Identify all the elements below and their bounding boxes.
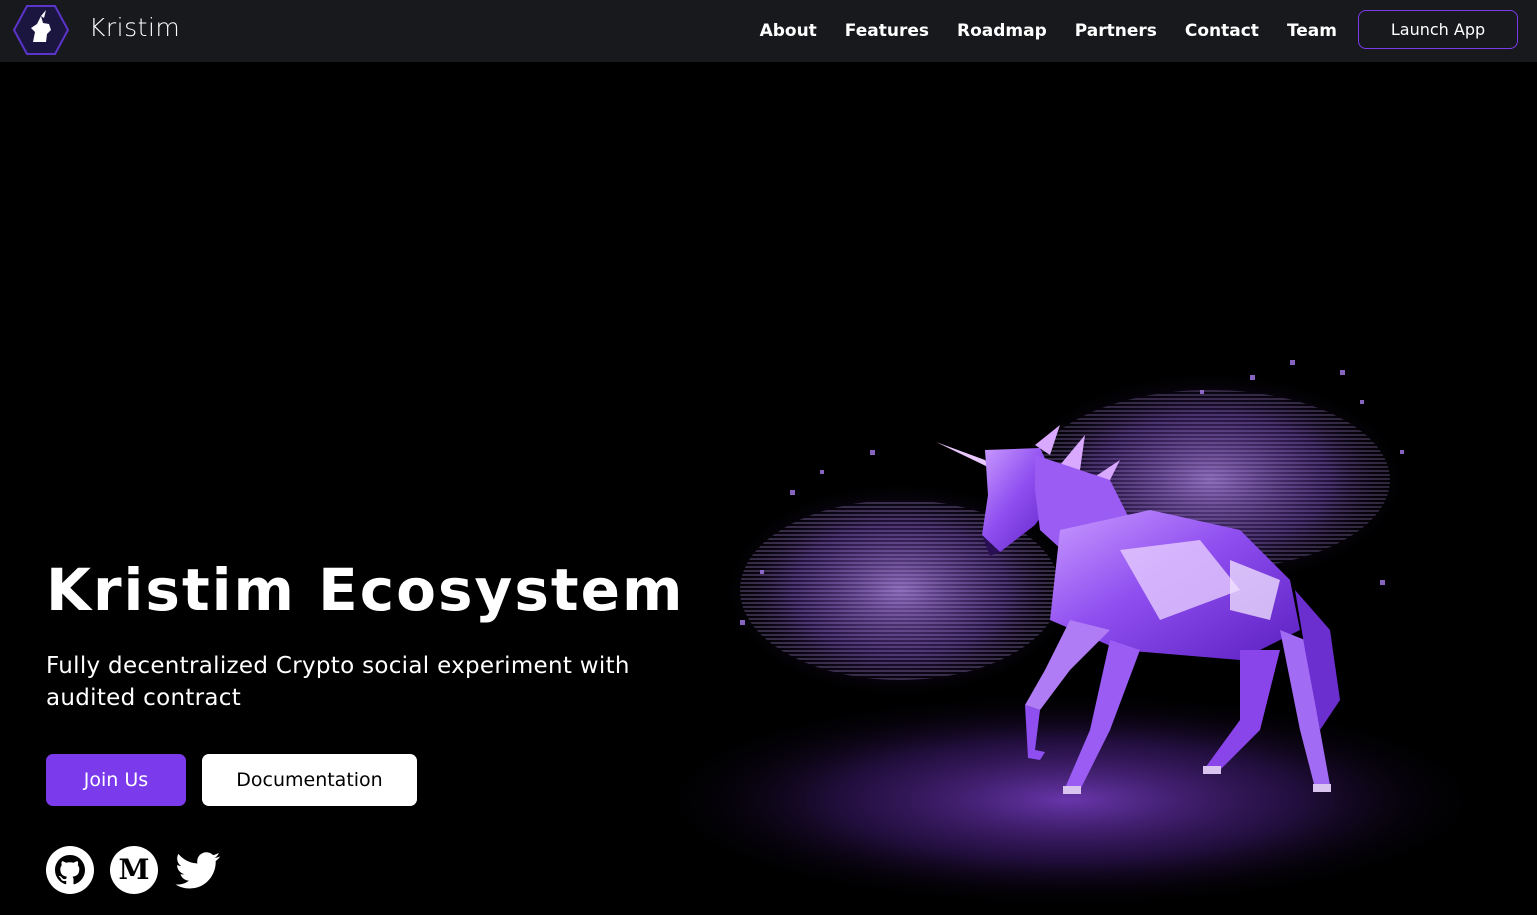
documentation-button[interactable]: Documentation xyxy=(202,754,417,806)
brand-name[interactable]: Kristim xyxy=(89,13,180,42)
svg-text:M: M xyxy=(119,853,150,886)
launch-app-button[interactable]: Launch App xyxy=(1358,10,1518,49)
nav-contact[interactable]: Contact xyxy=(1185,21,1259,41)
nav-roadmap[interactable]: Roadmap xyxy=(957,21,1047,41)
join-us-button[interactable]: Join Us xyxy=(46,754,186,806)
nav-partners[interactable]: Partners xyxy=(1075,21,1157,41)
medium-icon[interactable]: M xyxy=(110,846,158,894)
nav-features[interactable]: Features xyxy=(845,21,929,41)
hero-subtitle: Fully decentralized Crypto social experi… xyxy=(46,653,630,711)
brand-logo[interactable] xyxy=(12,4,70,56)
unicorn-logo-icon xyxy=(12,5,70,55)
main-nav: About Features Roadmap Partners Contact … xyxy=(760,0,1337,62)
navbar: Kristim About Features Roadmap Partners … xyxy=(0,0,1537,62)
nav-team[interactable]: Team xyxy=(1287,21,1337,41)
github-icon[interactable] xyxy=(46,846,94,894)
hero-title: Kristim Ecosystem xyxy=(46,556,685,624)
unicorn-illustration xyxy=(640,330,1520,911)
twitter-icon[interactable] xyxy=(174,846,222,894)
nav-about[interactable]: About xyxy=(760,21,817,41)
